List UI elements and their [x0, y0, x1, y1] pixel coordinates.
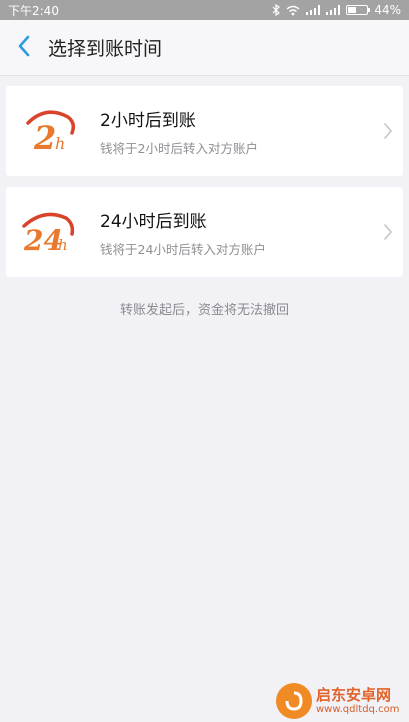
bluetooth-icon: [272, 4, 281, 16]
back-button[interactable]: [2, 20, 46, 76]
option-24h[interactable]: 24 h 24小时后到账 钱将于24小时后转入对方账户: [6, 187, 403, 277]
chevron-right-icon: [373, 122, 403, 140]
watermark-title: 启东安卓网: [316, 686, 392, 705]
watermark: 启东安卓网 www.qdltdq.com: [276, 680, 409, 722]
battery-level: [348, 7, 357, 13]
logo-24h-number: 24: [23, 224, 63, 257]
logo-2h-number: 2: [33, 119, 56, 157]
chevron-right-icon: [373, 223, 403, 241]
header: 选择到账时间: [0, 20, 409, 76]
irrevocable-notice: 转账发起后，资金将无法撤回: [119, 303, 289, 318]
battery-icon: [346, 5, 371, 15]
option-description: 钱将于24小时后转入对方账户: [100, 241, 266, 257]
logo-2h-suffix: h: [55, 134, 65, 153]
option-title: 2小时后到账: [100, 110, 196, 131]
option-2h-text: 2小时后到账 钱将于2小时后转入对方账户: [92, 106, 373, 157]
status-bar: 下午2:40 44%: [0, 0, 409, 20]
status-icons: 44%: [272, 3, 401, 17]
option-24h-text: 24小时后到账 钱将于24小时后转入对方账户: [92, 207, 373, 258]
logo-24h-icon: 24 h: [6, 187, 92, 277]
option-description: 钱将于2小时后转入对方账户: [100, 140, 258, 156]
signal-icon-2: [326, 5, 341, 15]
option-title: 24小时后到账: [100, 211, 207, 232]
battery-percent: 44%: [374, 3, 401, 17]
logo-24h-suffix: h: [58, 236, 68, 254]
page-title: 选择到账时间: [48, 38, 163, 60]
status-time: 下午2:40: [8, 3, 59, 18]
wifi-icon: [286, 5, 300, 16]
chevron-left-icon: [17, 35, 31, 61]
watermark-logo-icon: [276, 683, 312, 719]
watermark-text: 启东安卓网 www.qdltdq.com: [316, 687, 399, 715]
signal-icon: [306, 5, 321, 15]
watermark-url: www.qdltdq.com: [316, 703, 400, 715]
logo-2h-icon: 2 h: [6, 86, 92, 176]
option-2h[interactable]: 2 h 2小时后到账 钱将于2小时后转入对方账户: [6, 86, 403, 176]
